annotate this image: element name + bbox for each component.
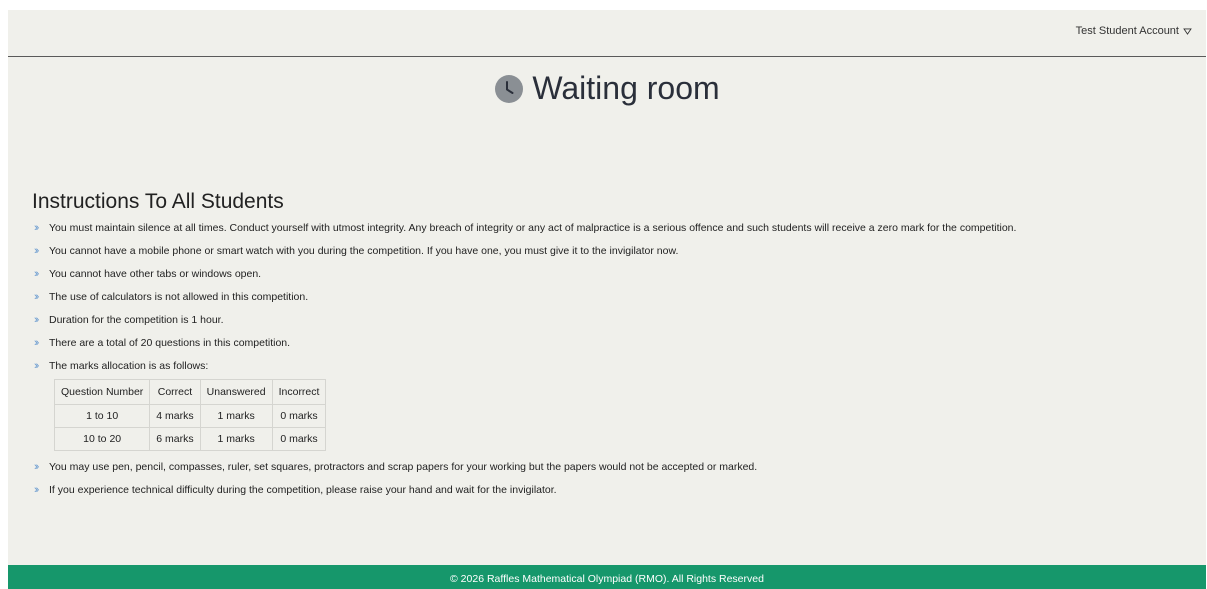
double-chevron-right-icon: ›› [34,314,39,326]
page-title: Waiting room [532,70,720,106]
column-header: Correct [149,379,201,405]
account-label: Test Student Account [1075,25,1179,37]
chevron-down-icon [1183,27,1192,35]
instruction-text: You cannot have a mobile phone or smart … [49,245,679,257]
double-chevron-right-icon: ›› [34,461,39,473]
column-header: Unanswered [199,379,273,405]
list-item: ›› The marks allocation is as follows: [32,360,1192,373]
double-chevron-right-icon: ›› [34,360,39,372]
instruction-text: The marks allocation is as follows: [49,360,209,372]
double-chevron-right-icon: ›› [34,245,39,257]
footer-copyright: © 2026 Raffles Mathematical Olympiad (RM… [450,573,764,585]
list-item: ›› You cannot have a mobile phone or sma… [32,245,1192,258]
double-chevron-right-icon: ›› [34,268,39,280]
account-menu[interactable]: Test Student Account [1076,25,1192,37]
list-item: ›› The use of calculators is not allowed… [32,291,1192,304]
instruction-text: The use of calculators is not allowed in… [49,291,309,303]
instruction-text: You cannot have other tabs or windows op… [49,268,262,280]
table-cell: 10 to 20 [53,427,151,451]
footer: © 2026 Raffles Mathematical Olympiad (RM… [8,565,1206,589]
instruction-text: Duration for the competition is 1 hour. [49,314,224,326]
instructions-heading: Instructions To All Students [32,190,284,213]
instruction-text: There are a total of 20 questions in thi… [49,337,291,349]
table-header-row: Question Number Correct Unanswered Incor… [53,379,327,405]
table-cell: 1 marks [199,404,273,428]
list-item: ›› You may use pen, pencil, compasses, r… [32,461,1192,474]
column-header: Incorrect [271,379,327,405]
list-item: ›› If you experience technical difficult… [32,484,1192,497]
marks-table: Question Number Correct Unanswered Incor… [53,379,327,451]
instruction-text: You may use pen, pencil, compasses, rule… [49,461,758,473]
list-item: ›› Duration for the competition is 1 hou… [32,314,1192,327]
table-cell: 1 to 10 [53,404,151,428]
table-cell: 1 marks [199,427,273,451]
top-navbar: Test Student Account [8,10,1206,57]
table-cell: 6 marks [149,427,201,451]
list-item: ›› You cannot have other tabs or windows… [32,268,1192,281]
instruction-text: You must maintain silence at all times. … [49,222,1017,234]
double-chevron-right-icon: ›› [34,291,39,303]
page-header: Waiting room [8,70,1206,107]
double-chevron-right-icon: ›› [34,484,39,496]
table-row: 1 to 10 4 marks 1 marks 0 marks [53,404,327,428]
double-chevron-right-icon: ›› [34,337,39,349]
instructions-section: Instructions To All Students ›› You must… [32,190,1192,507]
table-cell: 4 marks [149,404,201,428]
table-cell: 0 marks [271,427,327,451]
list-item: ›› There are a total of 20 questions in … [32,337,1192,350]
instruction-text: If you experience technical difficulty d… [49,484,557,496]
double-chevron-right-icon: ›› [34,222,39,234]
column-header: Question Number [53,379,151,405]
app-frame: Test Student Account Waiting room Instru… [8,10,1206,589]
list-item: ›› You must maintain silence at all time… [32,222,1192,235]
clock-icon [495,74,524,103]
table-cell: 0 marks [271,404,327,428]
table-row: 10 to 20 6 marks 1 marks 0 marks [53,427,327,451]
